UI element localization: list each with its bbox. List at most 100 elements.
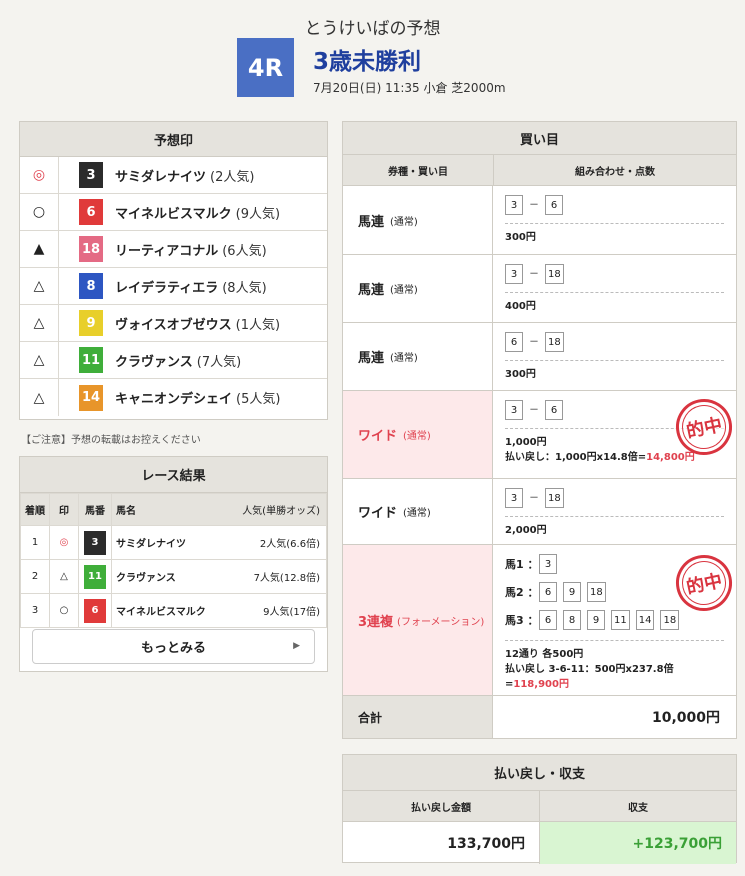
combo-dash: － — [529, 404, 539, 416]
summary-col-balance: 収支 — [628, 802, 648, 814]
combo-number: 18 — [545, 332, 564, 352]
prediction-row: △ 9 ヴォイスオブゼウス (1人気) — [20, 305, 327, 342]
combo-number: 18 — [660, 610, 680, 630]
result-row: 3 ○ 6 マイネルビスマルク 9人気(17倍) — [20, 593, 327, 628]
result-horse-name: サミダレナイツ — [110, 525, 225, 560]
formation-line: 馬3 ： 6 8 9 11 14 18 — [505, 606, 724, 634]
result-popularity: 7人気(12.8倍) — [224, 559, 327, 594]
bet-combo: 馬1 ： 3 馬2 ： 6 9 18 馬3 ： 6 8 9 11 14 18 12通り 各500円 払い… — [493, 545, 738, 695]
prediction-row: △ 11 クラヴァンス (7人気) — [20, 342, 327, 379]
bet-type-sub: (通常) — [390, 353, 418, 364]
combo-number: 3 — [505, 400, 523, 420]
bet-combo: 3 － 6 1,000円 払い戻し：1,000円x14.8倍=14,800円 的中 — [493, 391, 738, 478]
result-row: 2 △ 11 クラヴァンス 7人気(12.8倍) — [20, 559, 327, 594]
payout-label: 払い戻し：1,000円x14.8倍= — [505, 452, 647, 463]
combo-number: 6 — [545, 400, 563, 420]
result-num-cell: 3 — [78, 525, 112, 560]
summary-panel: 払い戻し・収支 払い戻し金額 収支 133,700円 +123,700円 — [342, 754, 737, 864]
result-horse-number: 11 — [84, 564, 106, 589]
results-header-row: 着順 印 馬番 馬名 人気(単勝オッズ) — [20, 493, 327, 526]
horse-popularity: (2人気) — [210, 169, 255, 185]
total-label: 合計 — [343, 696, 493, 738]
chevron-right-icon: ▶ — [293, 641, 300, 651]
combo-number: 3 — [505, 195, 523, 215]
divider — [505, 292, 724, 293]
payout-value: 14,800円 — [646, 452, 695, 463]
bets-list: 馬連 (通常) 3 － 6 300円 馬連 (通常) 3 － 18 400円 馬連 (通常) 6 － 18 300… — [343, 186, 738, 545]
horse-number: 9 — [79, 310, 103, 336]
results-table: 着順 印 馬番 馬名 人気(単勝オッズ) 1 ◎ 3 サミダレナイツ 2人気(6.6倍)… — [20, 493, 327, 628]
bet-type-label: 馬連 — [358, 214, 385, 230]
bets-col-type: 券種・買い目 — [343, 155, 494, 185]
result-row: 1 ◎ 3 サミダレナイツ 2人気(6.6倍) — [20, 525, 327, 560]
result-rank: 2 — [20, 559, 50, 594]
payout-value: 118,900円 — [513, 679, 569, 690]
more-button[interactable]: もっとみる ▶ — [32, 629, 315, 664]
summary-values-row: 133,700円 +123,700円 — [343, 822, 736, 864]
horse-number: 8 — [79, 273, 103, 299]
formation-label-text: 馬3 — [505, 614, 524, 627]
horse-popularity: (8人気) — [222, 280, 267, 296]
col-mark: 印 — [49, 493, 79, 526]
combo-number: 8 — [563, 610, 581, 630]
bet-type: ワイド (通常) — [343, 479, 493, 544]
summary-col-payout: 払い戻し金額 — [343, 791, 540, 821]
divider — [505, 640, 724, 641]
bet-type-sub: (通常) — [390, 216, 418, 228]
bet-type-label: 馬連 — [358, 283, 385, 298]
bet-type-label: 馬連 — [358, 351, 385, 366]
prediction-list: ◎ 3 サミダレナイツ (2人気) ○ 6 マイネルビスマルク (9人気) ▲ 18 リーティアコナ… — [20, 157, 327, 416]
prediction-row: ◎ 3 サミダレナイツ (2人気) — [20, 157, 327, 194]
combo-numbers: 3 － 18 — [505, 488, 724, 508]
bet-amount: 400円 — [505, 301, 536, 312]
combo-number: 6 — [539, 582, 557, 602]
combo-number: 9 — [563, 582, 581, 602]
hit-stamp-text: 的中 — [684, 414, 725, 443]
prediction-panel: 予想印 ◎ 3 サミダレナイツ (2人気) ○ 6 マイネルビスマルク (9人気) ▲ 18 リーテ… — [19, 121, 328, 420]
result-mark: ○ — [49, 593, 79, 628]
horse-popularity: (1人気) — [235, 317, 281, 333]
combo-dash: － — [529, 268, 539, 280]
horse-name: マイネルビスマルク — [115, 206, 232, 222]
more-button-label: もっとみる — [140, 641, 206, 656]
prediction-mark: △ — [20, 379, 59, 416]
bets-total-row: 合計 10,000円 — [343, 696, 736, 738]
bet-amount: 2,000円 — [505, 525, 547, 536]
formation-label-text: 馬2 — [505, 586, 524, 599]
horse-number: 14 — [79, 384, 103, 411]
combo-number: 14 — [635, 610, 655, 630]
result-popularity: 9人気(17倍) — [224, 593, 327, 628]
horse-popularity: (9人気) — [235, 206, 281, 222]
bets-title: 買い目 — [343, 122, 736, 155]
repost-note: 【ご注意】予想の転載はお控えください — [21, 435, 201, 446]
formation-label-text: 馬1 — [505, 558, 524, 571]
race-meta: 7月20日(日) 11:35 小倉 芝2000m — [313, 81, 506, 95]
horse-number: 11 — [79, 347, 103, 373]
formation-label: 馬3 ： — [505, 614, 539, 627]
summary-header-row: 払い戻し金額 収支 — [343, 791, 736, 822]
prediction-mark: △ — [20, 342, 59, 378]
combo-number: 6 — [539, 610, 557, 630]
bet-type: ワイド (通常) — [343, 391, 493, 478]
horse-popularity: (5人気) — [236, 392, 281, 407]
result-popularity: 2人気(6.6倍) — [224, 525, 327, 560]
bet-type-sub: (フォーメーション) — [397, 616, 485, 628]
horse-name: サミダレナイツ — [115, 169, 207, 185]
result-rank: 3 — [20, 593, 50, 628]
result-mark: △ — [49, 559, 79, 594]
race-number-badge: 4R — [237, 38, 294, 97]
bets-header-row: 券種・買い目 組み合わせ・点数 — [343, 155, 736, 186]
prediction-mark: △ — [20, 305, 59, 341]
bet-row: 馬連 (通常) 3 － 6 300円 — [343, 186, 736, 255]
horse-number: 6 — [79, 199, 103, 225]
bet-row: ワイド (通常) 3 － 18 2,000円 — [343, 479, 736, 545]
bets-panel: 買い目 券種・買い目 組み合わせ・点数 馬連 (通常) 3 － 6 300円 馬連 (通常) 3… — [342, 121, 738, 739]
horse-name: レイデラティエラ — [115, 280, 219, 296]
formation-label: 馬1 ： — [505, 558, 539, 571]
divider — [505, 223, 724, 224]
prediction-mark: ○ — [20, 194, 59, 230]
horse-number: 3 — [79, 162, 103, 188]
result-horse-number: 6 — [84, 598, 106, 623]
col-name: 馬名 — [110, 493, 225, 526]
bet-type-label: ワイド — [358, 506, 398, 521]
